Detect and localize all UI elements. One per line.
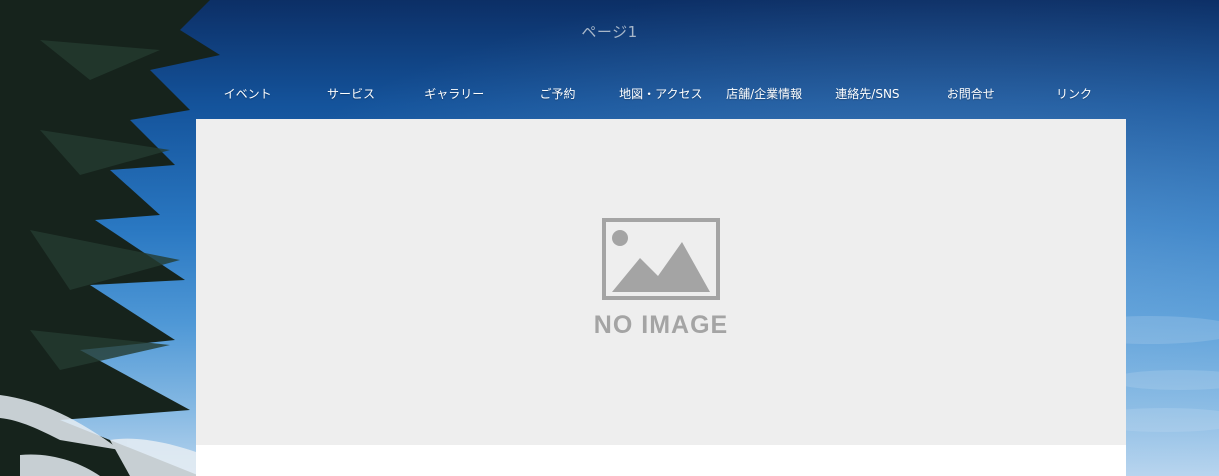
nav-item-service[interactable]: サービス (299, 84, 402, 104)
nav-item-gallery[interactable]: ギャラリー (403, 84, 506, 104)
nav-item-links[interactable]: リンク (1022, 84, 1125, 104)
nav-item-map-access[interactable]: 地図・アクセス (609, 84, 712, 104)
page: ページ1 イベント サービス ギャラリー ご予約 地図・アクセス 店舗/企業情報… (0, 0, 1219, 476)
nav-item-contact-sns[interactable]: 連絡先/SNS (816, 84, 919, 104)
site-title[interactable]: ページ1 (0, 21, 1219, 42)
no-image-label: NO IMAGE (593, 311, 729, 339)
nav-item-inquiry[interactable]: お問合せ (919, 84, 1022, 104)
nav-item-company-info[interactable]: 店舗/企業情報 (712, 84, 815, 104)
hero-image-placeholder: NO IMAGE (196, 119, 1126, 445)
main-content: NO IMAGE (196, 119, 1126, 476)
main-nav: イベント サービス ギャラリー ご予約 地図・アクセス 店舗/企業情報 連絡先/… (196, 84, 1126, 104)
nav-item-reservation[interactable]: ご予約 (506, 84, 609, 104)
nav-item-event[interactable]: イベント (196, 84, 299, 104)
image-placeholder-icon (602, 218, 720, 300)
